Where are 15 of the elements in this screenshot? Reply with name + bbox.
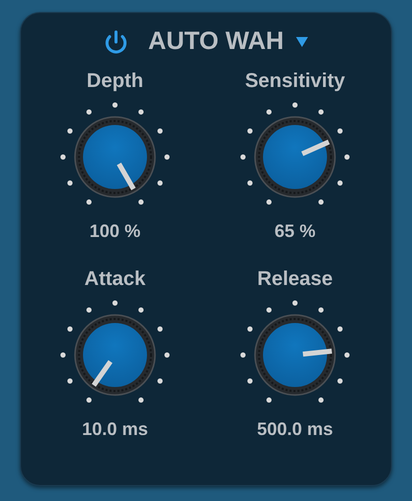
knob[interactable] <box>254 314 336 396</box>
knob-label: Sensitivity <box>244 68 346 92</box>
effect-title: AUTO WAH <box>148 26 284 57</box>
knob-label: Release <box>257 266 333 290</box>
knob[interactable] <box>74 314 156 396</box>
knob-value: 500.0 ms <box>256 418 334 440</box>
knob-label: Attack <box>84 266 146 290</box>
power-button[interactable] <box>104 30 128 54</box>
knob-value: 65 % <box>274 220 316 242</box>
knob-value: 100 % <box>89 220 141 242</box>
knob[interactable] <box>254 116 336 198</box>
knob[interactable] <box>74 116 156 198</box>
knob-value: 10.0 ms <box>82 418 148 440</box>
caret-icon[interactable] <box>296 36 308 47</box>
knob-label: Depth <box>86 68 144 92</box>
